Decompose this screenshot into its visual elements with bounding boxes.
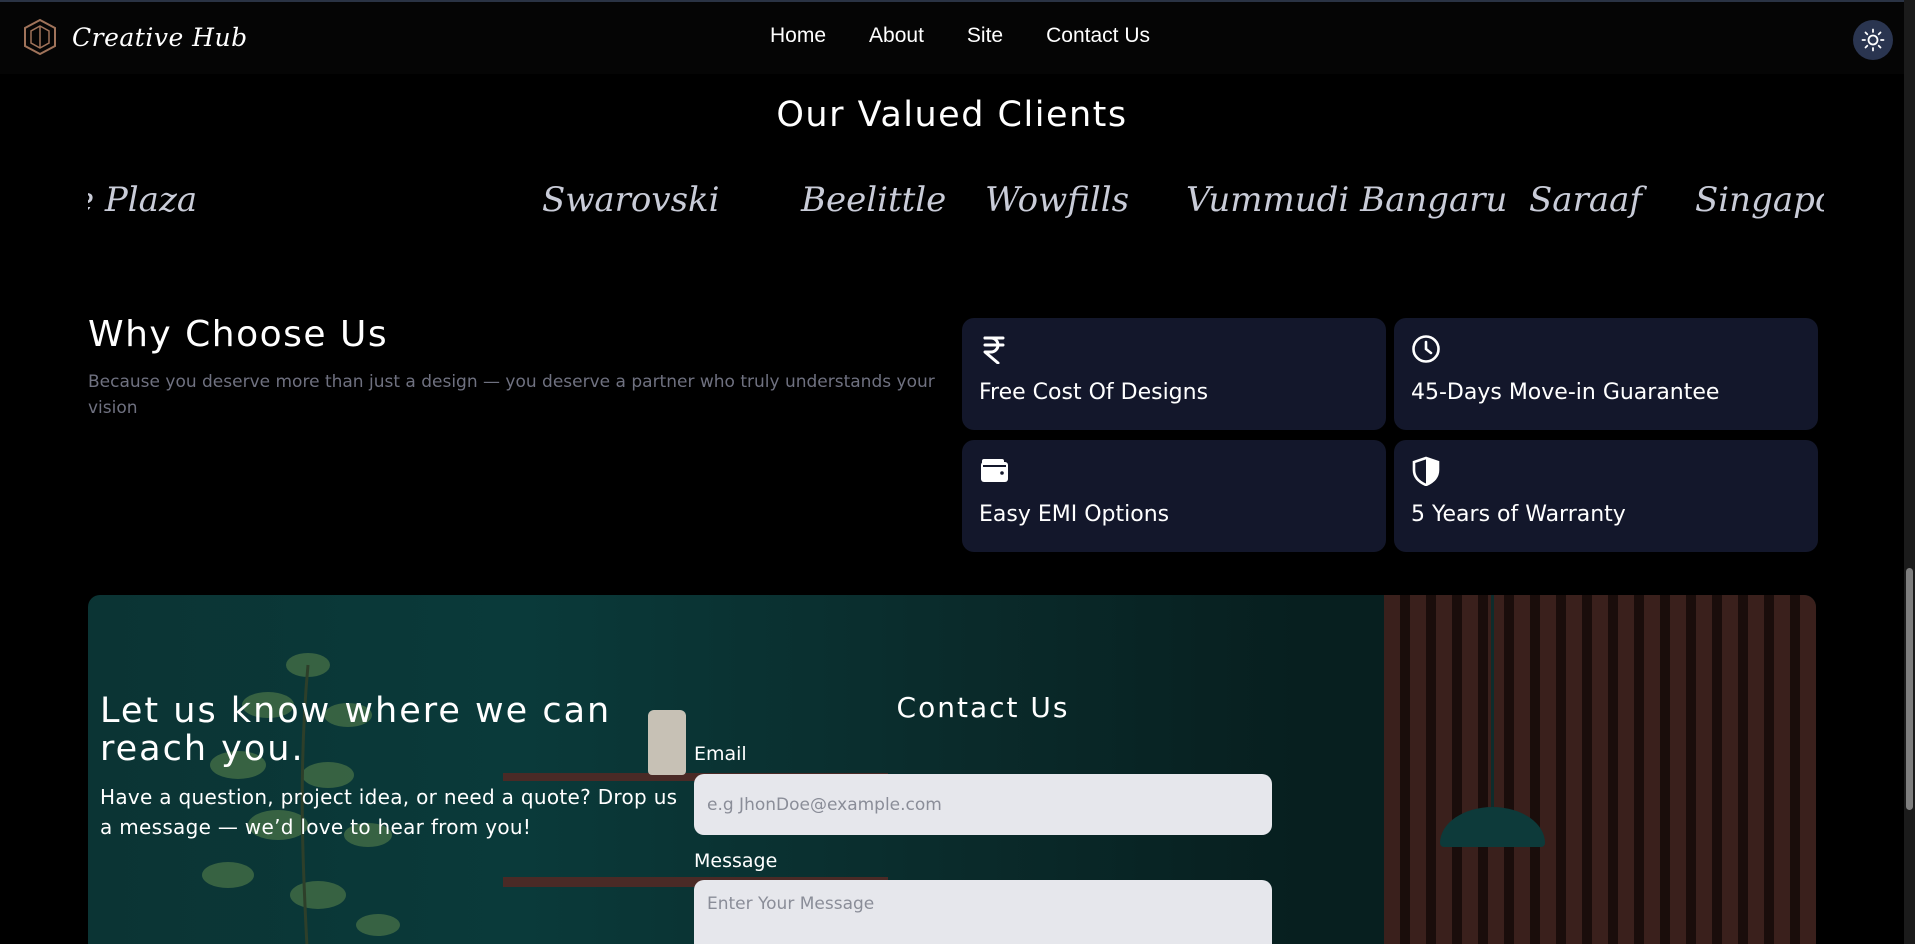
sun-icon: [1861, 28, 1885, 52]
client-logo: Beelittle: [801, 180, 947, 220]
wallet-icon: [981, 459, 1008, 482]
client-logo: Singapore: [1695, 180, 1824, 220]
why-subtitle: Because you deserve more than just a des…: [88, 372, 935, 418]
clock-icon: [1412, 335, 1440, 363]
client-logo: Saraaf: [1529, 180, 1642, 220]
navbar: Creative Hub Home About Site Contact Us: [0, 0, 1904, 74]
wood-slat-wall: [1384, 595, 1816, 944]
message-field[interactable]: [694, 880, 1272, 944]
client-logo: Swarovski: [542, 180, 720, 220]
client-logo: Wowfills: [985, 180, 1130, 220]
hexagon-logo-icon: [24, 18, 56, 56]
brand[interactable]: Creative Hub: [22, 18, 248, 56]
feature-card: 5 Years of Warranty: [1394, 440, 1818, 552]
reach-subtitle: Have a question, project idea, or need a…: [100, 785, 678, 839]
rupee-icon: [983, 336, 1005, 364]
reach-title: Let us know where we can reach you.: [100, 691, 612, 769]
nav-link-contact[interactable]: Contact Us: [1046, 24, 1150, 48]
feature-label: 5 Years of Warranty: [1411, 502, 1626, 527]
client-logo: Vummudi Bangaru: [1186, 180, 1508, 220]
nav-links: Home About Site Contact Us: [770, 24, 1150, 48]
why-title: Why Choose Us: [88, 314, 389, 355]
contact-form-title: Contact Us: [896, 691, 1070, 724]
feature-label: Easy EMI Options: [979, 502, 1170, 527]
client-logo: e Plaza: [88, 180, 198, 220]
clients-marquee: e Plaza Swarovski Beelittle Wowfills Vum…: [88, 172, 1824, 242]
feature-card: Easy EMI Options: [962, 440, 1386, 552]
email-label: Email: [694, 743, 747, 765]
email-field[interactable]: [694, 774, 1272, 835]
lamp-cord: [1491, 595, 1494, 810]
clients-title: Our Valued Clients: [776, 95, 1128, 135]
scrollbar-thumb[interactable]: [1906, 568, 1913, 810]
feature-label: Free Cost Of Designs: [979, 380, 1209, 405]
nav-link-site[interactable]: Site: [967, 24, 1003, 48]
nav-link-home[interactable]: Home: [770, 24, 826, 48]
nav-link-about[interactable]: About: [869, 24, 924, 48]
message-label: Message: [694, 850, 778, 872]
feature-card: 45-Days Move-in Guarantee: [1394, 318, 1818, 430]
feature-label: 45-Days Move-in Guarantee: [1411, 380, 1720, 405]
shield-icon: [1412, 456, 1440, 486]
feature-card: Free Cost Of Designs: [962, 318, 1386, 430]
brand-name: Creative Hub: [72, 22, 248, 52]
theme-toggle-button[interactable]: [1853, 20, 1893, 60]
